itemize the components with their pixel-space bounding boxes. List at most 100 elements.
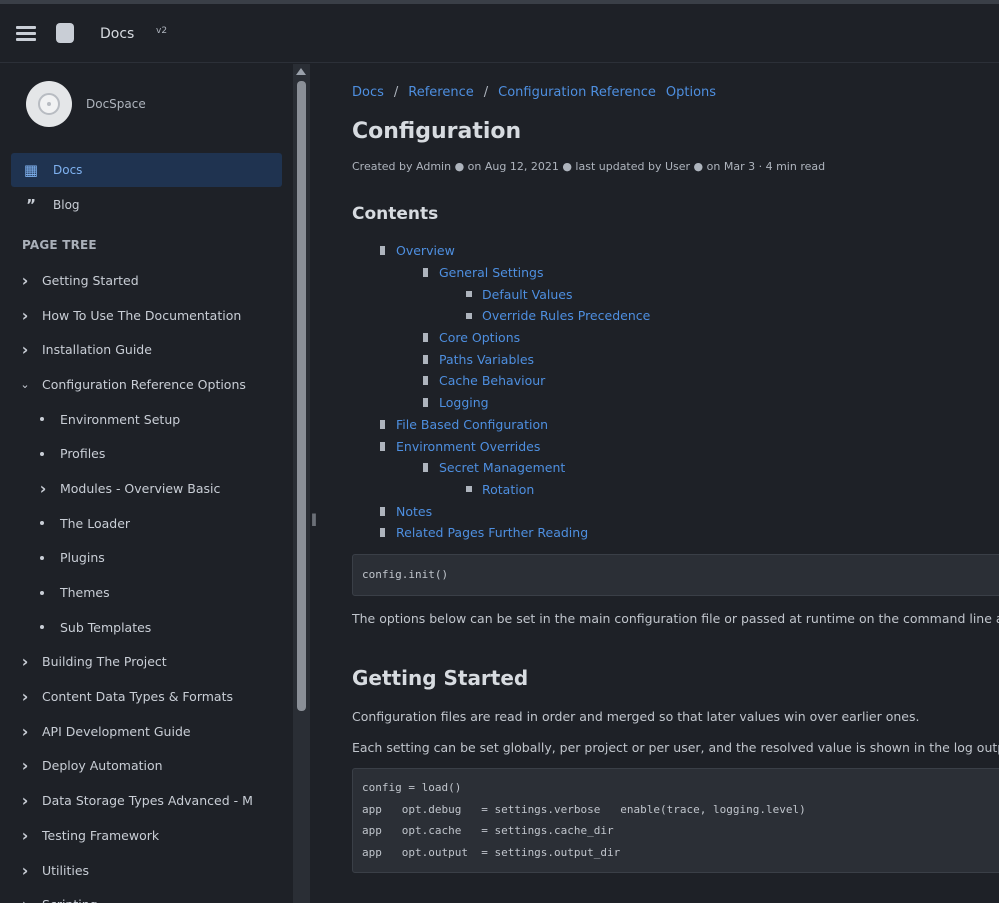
sidebar-nav-blog[interactable]: ” Blog [11, 188, 282, 222]
chevron-right-icon[interactable]: › [19, 722, 31, 741]
app-title[interactable]: Docs [100, 26, 134, 42]
toc-item: File Based Configuration [352, 414, 992, 436]
tree-item[interactable]: Themes [0, 575, 292, 610]
chevron-right-icon[interactable]: › [19, 271, 31, 290]
tree-item[interactable]: Profiles [0, 436, 292, 471]
tree-item-label: Installation Guide [42, 342, 152, 358]
breadcrumb-link[interactable]: Reference [408, 85, 473, 100]
space-name: DocSpace [86, 97, 146, 111]
toc-link[interactable]: Notes [396, 504, 432, 519]
toc-link[interactable]: Rotation [482, 482, 534, 497]
tree-item-label: The Loader [60, 515, 131, 531]
scrollbar-thumb[interactable] [297, 81, 306, 711]
quote-icon: ” [26, 196, 36, 214]
breadcrumb-link[interactable]: Docs [352, 85, 384, 100]
tree-item[interactable]: › Data Storage Types Advanced - M [0, 783, 292, 818]
bullet-icon [466, 486, 472, 493]
breadcrumb-link[interactable]: Configuration Reference [498, 85, 656, 100]
tree-item[interactable]: Environment Setup [0, 402, 292, 437]
chevron-right-icon[interactable]: › [19, 652, 31, 671]
bullet-icon [40, 625, 44, 630]
tree-item[interactable]: The Loader [0, 506, 292, 541]
tree-item-label: Sub Templates [60, 619, 152, 635]
bullet-icon [466, 291, 472, 298]
toc-link[interactable]: Related Pages Further Reading [396, 525, 588, 540]
tree-item[interactable]: › Scripting [0, 887, 292, 903]
toc-link[interactable]: Override Rules Precedence [482, 308, 650, 323]
bullet-icon [423, 354, 428, 364]
tree-item-label: Data Storage Types Advanced - M [42, 793, 253, 809]
tree-item-label: Getting Started [42, 272, 139, 288]
tree-item[interactable]: › Installation Guide [0, 332, 292, 367]
code-line: config.init() [362, 568, 449, 581]
toc-link[interactable]: Secret Management [439, 460, 565, 475]
tree-item[interactable]: Plugins [0, 541, 292, 576]
tree-item[interactable]: Sub Templates [0, 610, 292, 645]
bullet-icon [466, 312, 472, 319]
bullet-icon [380, 246, 385, 256]
chevron-right-icon[interactable]: › [19, 687, 31, 706]
toc-item: Secret Management [352, 457, 992, 479]
tree-item[interactable]: › How To Use The Documentation [0, 298, 292, 333]
toc-link[interactable]: File Based Configuration [396, 417, 548, 432]
code-line: app opt.cache = settings.cache_dir [362, 824, 614, 837]
tree-item-label: Building The Project [42, 654, 167, 670]
toc-link[interactable]: General Settings [439, 265, 544, 280]
bullet-icon [423, 333, 428, 343]
breadcrumb: Docs / Reference / Configuration Referen… [352, 85, 716, 100]
table-of-contents: Overview General Settings Default Values Ov… [352, 240, 992, 544]
app-logo-icon[interactable] [56, 23, 74, 43]
tree-item[interactable]: › Modules - Overview Basic [0, 471, 292, 506]
page-tree-heading: PAGE TREE [22, 238, 97, 252]
scroll-up-arrow-icon[interactable] [296, 68, 306, 75]
toc-link[interactable]: Environment Overrides [396, 439, 540, 454]
toc-item: Paths Variables [352, 348, 992, 370]
sidebar-nav-docs[interactable]: ▦ Docs [11, 153, 282, 187]
toc-link[interactable]: Default Values [482, 287, 573, 302]
chevron-down-icon[interactable]: ⌄ [19, 378, 31, 391]
bullet-icon [423, 376, 428, 386]
chevron-right-icon[interactable]: › [37, 479, 49, 498]
section-heading: Getting Started [352, 666, 529, 690]
code-block[interactable]: config = load() app opt.debug = settings… [352, 768, 999, 873]
chevron-right-icon[interactable]: › [19, 306, 31, 325]
tree-item[interactable]: › Getting Started [0, 263, 292, 298]
toc-link[interactable]: Overview [396, 243, 455, 258]
top-bar: Docs v2 [0, 4, 999, 63]
bullet-icon [40, 590, 44, 595]
sidebar: DocSpace ▦ Docs ” Blog PAGE TREE › Gettin… [0, 64, 292, 903]
tree-item[interactable]: › Utilities [0, 853, 292, 888]
chevron-right-icon[interactable]: › [19, 791, 31, 810]
breadcrumb-link[interactable]: Options [666, 85, 716, 100]
resize-handle-icon[interactable]: ‖ [311, 512, 317, 526]
menu-toggle-icon[interactable] [16, 25, 38, 43]
space-brand[interactable]: DocSpace [26, 81, 146, 127]
toc-link[interactable]: Cache Behaviour [439, 373, 545, 388]
bullet-icon [40, 451, 44, 456]
toc-link[interactable]: Logging [439, 395, 489, 410]
chevron-right-icon[interactable]: › [19, 340, 31, 359]
code-block[interactable]: config.init() [352, 554, 999, 596]
bullet-icon [380, 506, 385, 516]
tree-item[interactable]: › Building The Project [0, 645, 292, 680]
tree-item[interactable]: › Testing Framework [0, 818, 292, 853]
toc-link[interactable]: Core Options [439, 330, 520, 345]
chevron-right-icon[interactable]: › [19, 861, 31, 880]
toc-item: Overview [352, 240, 992, 262]
tree-item[interactable]: › Content Data Types & Formats [0, 679, 292, 714]
tree-item[interactable]: › API Development Guide [0, 714, 292, 749]
tree-item-label: API Development Guide [42, 723, 191, 739]
sidebar-scrollbar[interactable] [293, 64, 310, 903]
tree-item-label: Scripting [42, 897, 98, 903]
tree-item-label: Profiles [60, 446, 106, 462]
paragraph: Configuration files are read in order an… [352, 709, 920, 724]
tree-item[interactable]: ⌄ Configuration Reference Options [0, 367, 292, 402]
bullet-icon [40, 521, 44, 526]
chevron-right-icon[interactable]: › [19, 826, 31, 845]
sidebar-nav-label: Docs [53, 163, 83, 177]
tree-item[interactable]: › Deploy Automation [0, 749, 292, 784]
toc-link[interactable]: Paths Variables [439, 352, 534, 367]
chevron-right-icon[interactable]: › [19, 756, 31, 775]
page-tree: › Getting Started › How To Use The Document… [0, 263, 292, 903]
chevron-right-icon[interactable]: › [19, 895, 31, 903]
